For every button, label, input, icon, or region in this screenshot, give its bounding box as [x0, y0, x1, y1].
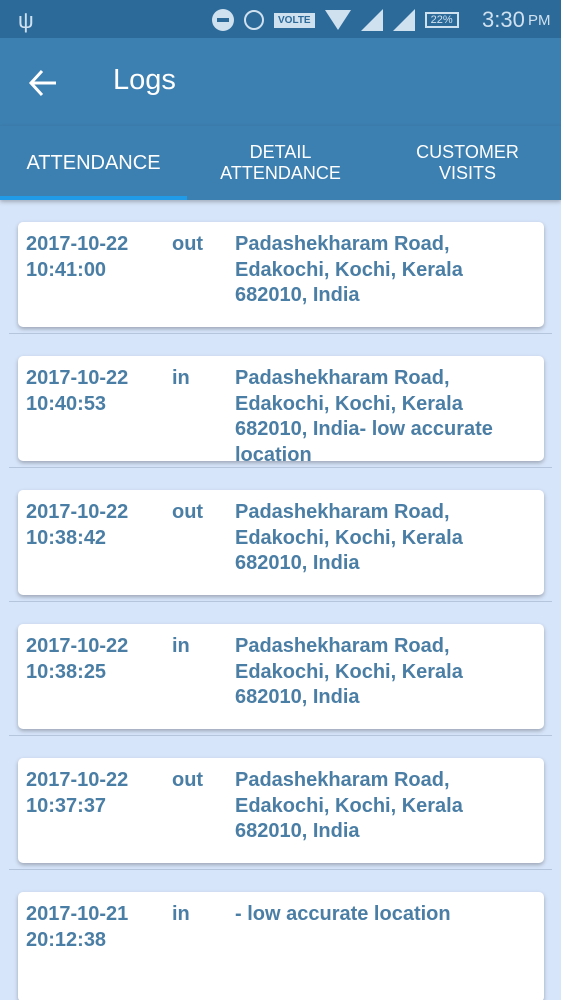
wifi-icon: [324, 10, 351, 30]
tab-detail-attendance-label: DETAIL ATTENDANCE: [220, 142, 341, 183]
log-type: out: [172, 501, 204, 523]
tab-customer-visits-label: CUSTOMER VISITS: [416, 142, 519, 183]
tab-detail-attendance[interactable]: DETAIL ATTENDANCE: [187, 126, 374, 200]
log-card[interactable]: 2017-10-22 10:38:25 in Padashekharam Roa…: [18, 624, 544, 729]
log-datetime: 2017-10-22 10:41:00: [26, 233, 129, 281]
log-card[interactable]: 2017-10-22 10:40:53 in Padashekharam Roa…: [18, 356, 544, 461]
log-address: Padashekharam Road, Edakochi, Kochi, Ker…: [235, 635, 463, 708]
log-datetime: 2017-10-22 10:38:25: [26, 635, 129, 683]
tab-attendance[interactable]: ATTENDANCE: [0, 126, 187, 200]
page-title: Logs: [113, 64, 176, 96]
signal-icon-2: [392, 9, 415, 31]
log-datetime: 2017-10-21 20:12:38: [26, 903, 129, 951]
usb-icon: ψ: [18, 8, 34, 33]
list-item: 2017-10-21 20:12:38 in - low accurate lo…: [0, 870, 561, 1000]
log-card[interactable]: 2017-10-22 10:41:00 out Padashekharam Ro…: [18, 222, 544, 327]
tab-customer-visits[interactable]: CUSTOMER VISITS: [374, 126, 561, 200]
log-address: Padashekharam Road, Edakochi, Kochi, Ker…: [235, 501, 463, 574]
log-address: Padashekharam Road, Edakochi, Kochi, Ker…: [235, 769, 463, 842]
list-item: 2017-10-22 10:38:42 out Padashekharam Ro…: [0, 468, 561, 602]
list-item: 2017-10-22 10:38:25 in Padashekharam Roa…: [0, 602, 561, 736]
back-arrow-icon[interactable]: [26, 66, 60, 100]
log-datetime: 2017-10-22 10:37:37: [26, 769, 129, 817]
log-address: - low accurate location: [235, 903, 451, 925]
log-address: Padashekharam Road, Edakochi, Kochi, Ker…: [235, 367, 493, 461]
log-type: out: [172, 233, 204, 255]
battery-indicator: 22%: [424, 12, 459, 28]
log-datetime: 2017-10-22 10:40:53: [26, 367, 129, 415]
alarm-icon: [244, 10, 264, 30]
list-item: 2017-10-22 10:37:37 out Padashekharam Ro…: [0, 736, 561, 870]
log-type: in: [172, 367, 190, 389]
log-card[interactable]: 2017-10-21 20:12:38 in - low accurate lo…: [18, 892, 544, 1000]
log-card[interactable]: 2017-10-22 10:38:42 out Padashekharam Ro…: [18, 490, 544, 595]
log-type: in: [172, 635, 190, 657]
tab-attendance-label: ATTENDANCE: [26, 151, 161, 174]
status-ampm: PM: [528, 12, 551, 29]
signal-icon-1: [360, 9, 383, 31]
tab-bar: ATTENDANCE DETAIL ATTENDANCE CUSTOMER VI…: [0, 126, 561, 200]
log-datetime: 2017-10-22 10:38:42: [26, 501, 129, 549]
attendance-log-list[interactable]: 2017-10-22 10:41:00 out Padashekharam Ro…: [0, 200, 561, 1000]
log-type: in: [172, 903, 190, 925]
list-item: 2017-10-22 10:41:00 out Padashekharam Ro…: [0, 200, 561, 334]
list-item: 2017-10-22 10:40:53 in Padashekharam Roa…: [0, 334, 561, 468]
log-type: out: [172, 769, 204, 791]
do-not-disturb-icon: [212, 9, 234, 31]
log-card[interactable]: 2017-10-22 10:37:37 out Padashekharam Ro…: [18, 758, 544, 863]
status-bar: ψ VOLTE 22% 3:30 PM: [0, 0, 561, 38]
status-icons: VOLTE 22%: [212, 9, 459, 31]
volte-badge: VOLTE: [274, 12, 315, 28]
status-time: 3:30: [482, 7, 525, 32]
log-address: Padashekharam Road, Edakochi, Kochi, Ker…: [235, 233, 463, 306]
app-bar: Logs: [0, 38, 561, 126]
